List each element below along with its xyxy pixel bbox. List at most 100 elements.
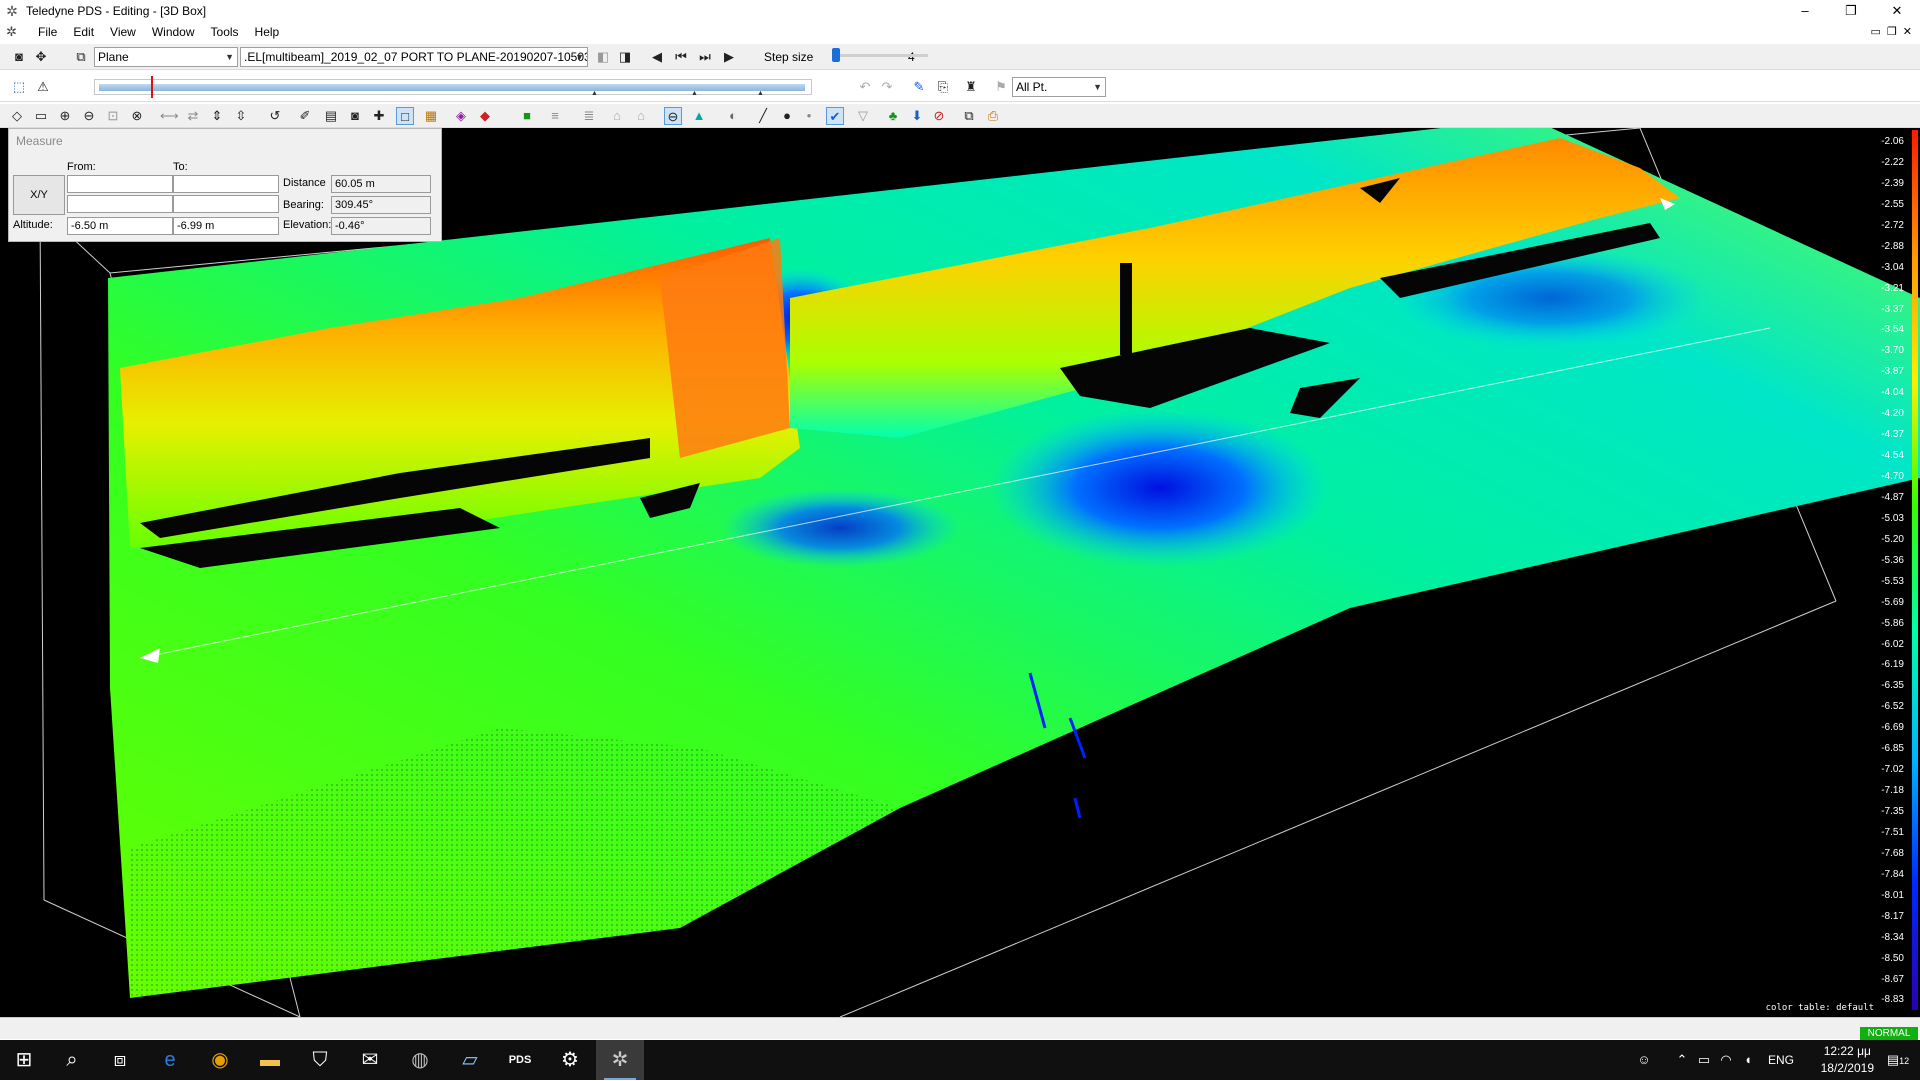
color-palette-icon[interactable]: ◆	[476, 107, 494, 125]
windows-icon[interactable]: ⧉	[960, 107, 978, 125]
rotate-icon[interactable]: ◇	[8, 107, 26, 125]
stack2-icon[interactable]: ≣	[580, 107, 598, 125]
skip-forward-icon[interactable]: ⏭	[696, 48, 714, 66]
shading-icon[interactable]: ◐	[724, 107, 742, 125]
mail-icon[interactable]: ✉	[346, 1040, 394, 1080]
tree-icon[interactable]: ♣	[884, 107, 902, 125]
from-altitude-field[interactable]: -6.50 m	[67, 217, 173, 235]
undo-icon[interactable]: ↶	[856, 78, 874, 96]
3d-viewport[interactable]: -2.06 -2.22 -2.39 -2.55 -2.72 -2.88 -3.04 -3.21…	[0, 128, 1920, 1017]
zoom-window-icon[interactable]: ⊡	[104, 107, 122, 125]
fit-icon[interactable]: ▭	[32, 107, 50, 125]
funnel-icon[interactable]: ▽	[854, 107, 872, 125]
screenshot-icon[interactable]: ◙	[346, 107, 364, 125]
zoom-out-icon[interactable]: ⊖	[80, 107, 98, 125]
menu-view[interactable]: View	[102, 25, 144, 39]
start-icon[interactable]: ⊞	[0, 1040, 48, 1080]
step-size-slider-thumb[interactable]	[832, 48, 840, 62]
stack-icon[interactable]: ≡	[546, 107, 564, 125]
color-mode-icon[interactable]: ◈	[452, 107, 470, 125]
search-icon[interactable]: ⌕	[48, 1040, 96, 1080]
chrome-icon[interactable]: ◉	[196, 1040, 244, 1080]
next-file-icon[interactable]: ◨	[616, 48, 634, 66]
play-icon[interactable]: ▶	[720, 48, 738, 66]
language-indicator[interactable]: ENG	[1764, 1040, 1798, 1080]
step-size-slider[interactable]	[838, 54, 928, 57]
pds-icon[interactable]: PDS	[496, 1040, 544, 1080]
xy-button[interactable]: X/Y	[13, 175, 65, 215]
zoom-extents-icon[interactable]: ⊗	[128, 107, 146, 125]
close-button[interactable]: ✕	[1874, 0, 1920, 22]
down-arrow-icon[interactable]: ⬇	[908, 107, 926, 125]
file-select[interactable]: .EL[multibeam]_2019_02_07 PORT TO PLANE-…	[240, 47, 588, 67]
timeline-range-bar[interactable]	[99, 84, 805, 91]
step-back-icon[interactable]: ◀	[648, 48, 666, 66]
timeline-scrollbar[interactable]: ▲ ▲ ▲	[94, 76, 812, 98]
menu-window[interactable]: Window	[144, 25, 203, 39]
check-icon[interactable]: ✔	[826, 107, 844, 125]
mdi-minimize-button[interactable]: ▭	[1871, 22, 1881, 42]
prev-file-icon[interactable]: ◧	[594, 48, 612, 66]
to-x-field[interactable]	[173, 175, 279, 193]
people-icon[interactable]: ☺	[1630, 1040, 1658, 1080]
timeline-cursor[interactable]	[151, 76, 153, 98]
app2-icon[interactable]: ⚙	[546, 1040, 594, 1080]
menu-tools[interactable]: Tools	[203, 25, 247, 39]
edit-mode-icon[interactable]: ⬚	[10, 78, 28, 96]
filter2-icon[interactable]: ⌂	[632, 107, 650, 125]
notifications-icon[interactable]: ▤12	[1880, 1040, 1916, 1080]
brush-icon[interactable]: ♜	[962, 78, 980, 96]
skip-back-icon[interactable]: ⏮	[672, 48, 690, 66]
camera-icon[interactable]: ◙	[10, 48, 28, 66]
ruler-icon[interactable]: ▤	[322, 107, 340, 125]
export-icon[interactable]: ⎙	[984, 107, 1002, 125]
view-mode-icon[interactable]: ⧉	[72, 48, 90, 66]
highlight-icon[interactable]: ✐	[296, 107, 314, 125]
zoom-in-icon[interactable]: ⊕	[56, 107, 74, 125]
surface-color-icon[interactable]: ▲	[690, 107, 708, 125]
notepad-icon[interactable]: ▱	[446, 1040, 494, 1080]
file-explorer-icon[interactable]: ▬	[246, 1040, 294, 1080]
menu-edit[interactable]: Edit	[65, 25, 102, 39]
crosshair-icon[interactable]: ✚	[370, 107, 388, 125]
layers-icon[interactable]: ▦	[422, 107, 440, 125]
flag-filter-icon[interactable]: ⚑	[992, 78, 1010, 96]
wifi-icon[interactable]: ◠	[1716, 1040, 1736, 1080]
volume-icon[interactable]: ◖	[1738, 1040, 1758, 1080]
restore-button[interactable]: ❐	[1828, 0, 1874, 22]
pencil-icon[interactable]: ✎	[910, 78, 928, 96]
mdi-child-icon[interactable]: ✲	[6, 24, 22, 40]
reset-view-icon[interactable]: ↺	[266, 107, 284, 125]
clock[interactable]: 12:22 μμ 18/2/2019	[1821, 1043, 1874, 1077]
line-icon[interactable]: ╱	[754, 107, 772, 125]
task-view-icon[interactable]: ⧈	[96, 1040, 144, 1080]
menu-file[interactable]: File	[30, 25, 65, 39]
teledyne-icon[interactable]: ✲	[596, 1040, 644, 1080]
points-filter-select[interactable]: All Pt. ▼	[1012, 77, 1106, 97]
point-icon[interactable]: ●	[778, 107, 796, 125]
menu-help[interactable]: Help	[247, 25, 288, 39]
box-icon[interactable]: ■	[518, 107, 536, 125]
view-mode-select[interactable]: Plane ▼	[94, 47, 238, 67]
crosshair-icon[interactable]: ✥	[32, 48, 50, 66]
filter-icon[interactable]: ⌂	[608, 107, 626, 125]
point-cloud-render[interactable]	[0, 128, 1920, 1017]
store-icon[interactable]: ⛉	[296, 1040, 344, 1080]
measure-tool-icon[interactable]: □	[396, 107, 414, 125]
pan-vertical-icon[interactable]: ⇄	[184, 107, 202, 125]
minimize-button[interactable]: –	[1782, 0, 1828, 22]
app-icon[interactable]: ◍	[396, 1040, 444, 1080]
to-y-field[interactable]	[173, 195, 279, 213]
mdi-restore-button[interactable]: ❐	[1887, 22, 1897, 42]
from-y-field[interactable]	[67, 195, 173, 213]
redo-icon[interactable]: ↷	[878, 78, 896, 96]
pan-horizontal-icon[interactable]: ⟷	[160, 107, 179, 125]
mdi-close-button[interactable]: ✕	[1903, 22, 1912, 42]
delete-icon[interactable]: ⊘	[930, 107, 948, 125]
to-altitude-field[interactable]: -6.99 m	[173, 217, 279, 235]
clipboard-icon[interactable]: ⎘	[934, 78, 952, 96]
collapse-icon[interactable]: ⇳	[232, 107, 250, 125]
edge-icon[interactable]: e	[146, 1040, 194, 1080]
expand-icon[interactable]: ⇕	[208, 107, 226, 125]
plane-icon[interactable]: ⊖	[664, 107, 682, 125]
